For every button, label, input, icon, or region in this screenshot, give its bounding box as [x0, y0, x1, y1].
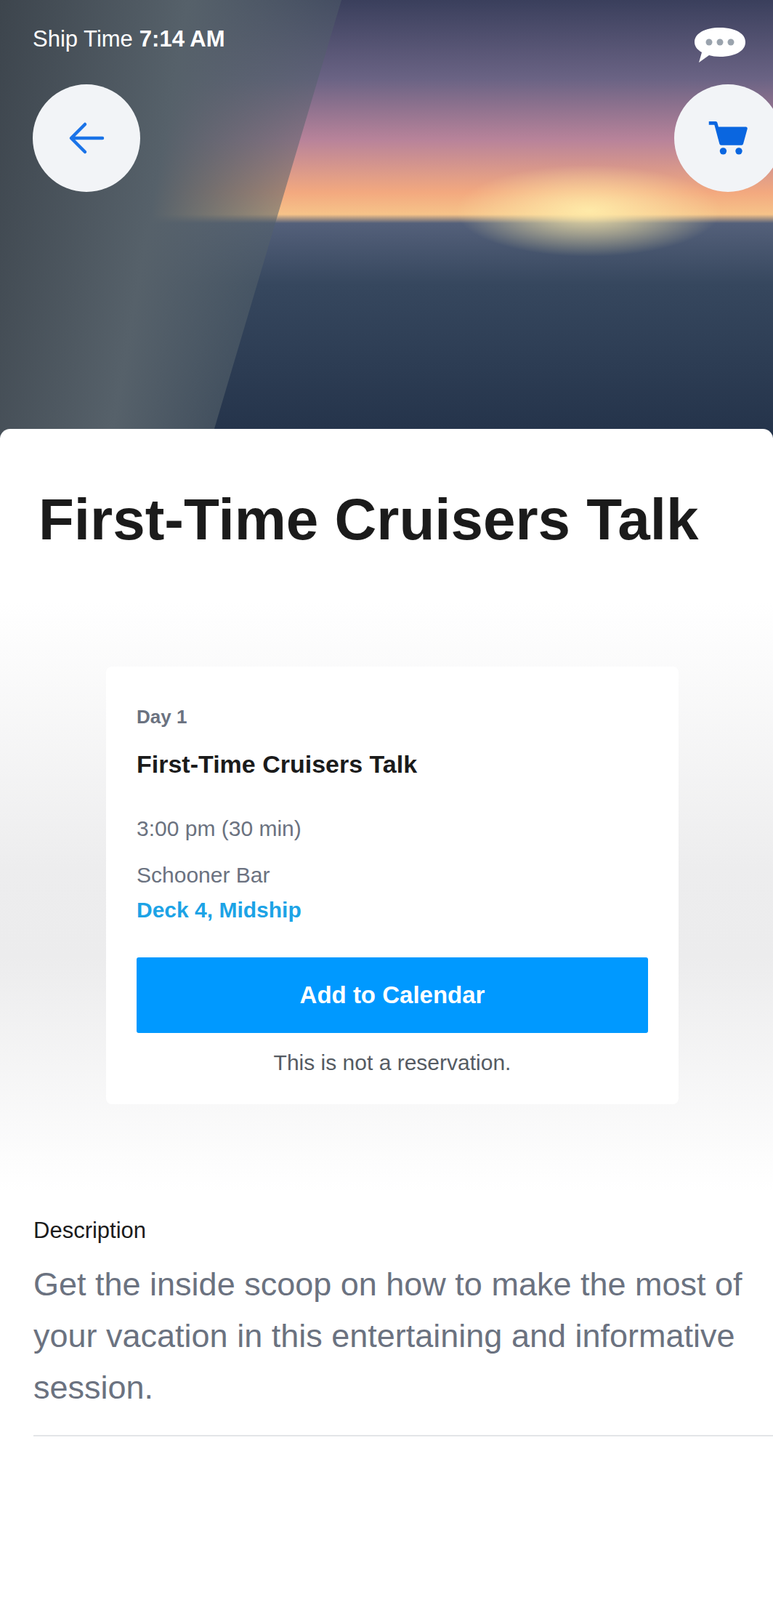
ship-hull [0, 0, 342, 438]
content-sheet: First-Time Cruisers Talk Day 1 First-Time … [0, 428, 773, 1436]
event-card: Day 1 First-Time Cruisers Talk 3:00 pm (30… [106, 666, 679, 1104]
event-band: Day 1 First-Time Cruisers Talk 3:00 pm (30… [0, 602, 773, 1191]
back-button[interactable] [32, 84, 141, 192]
top-bar: Ship Time7:14 AM [0, 0, 773, 66]
cart-icon [706, 116, 750, 160]
hero-buttons [0, 65, 773, 192]
chat-icon[interactable] [693, 24, 747, 66]
ship-time: Ship Time7:14 AM [32, 26, 226, 53]
description-text: Get the inside scoop on how to make the … [33, 1257, 744, 1413]
hero-photo: Ship Time7:14 AM [0, 0, 773, 438]
add-to-calendar-button[interactable]: Add to Calendar [136, 956, 649, 1033]
ship-time-value: 7:14 AM [139, 26, 226, 53]
description-label: Description [33, 1216, 773, 1244]
divider [33, 1434, 773, 1436]
back-arrow-icon [63, 114, 110, 162]
event-detail-page: Ship Time7:14 AM First-Time Cruisers Talk… [0, 0, 773, 1600]
description-section: Description Get the inside scoop on how t… [0, 1190, 773, 1436]
page-title: First-Time Cruisers Talk [0, 428, 773, 603]
event-location-link[interactable]: Deck 4, Midship [136, 897, 649, 922]
cart-button[interactable] [674, 84, 773, 192]
ship-time-label: Ship Time [32, 26, 133, 53]
reservation-note: This is not a reservation. [136, 1049, 649, 1075]
event-venue: Schooner Bar [136, 862, 649, 888]
event-day: Day 1 [136, 705, 649, 728]
event-time: 3:00 pm (30 min) [136, 815, 649, 841]
event-title: First-Time Cruisers Talk [136, 749, 649, 779]
